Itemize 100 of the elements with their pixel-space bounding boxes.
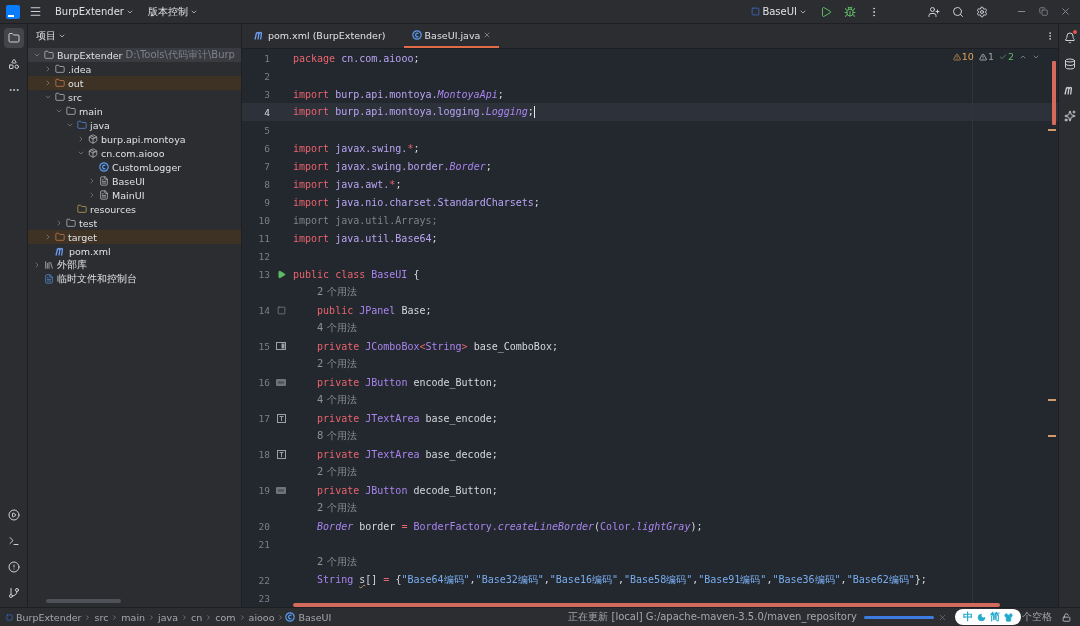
tree-item[interactable]: .idea — [28, 62, 241, 76]
chevron-down-icon[interactable] — [32, 51, 41, 59]
vcs-dropdown[interactable]: 版本控制 — [143, 2, 202, 21]
chevron-down-icon — [58, 32, 66, 40]
run-icon[interactable] — [276, 269, 286, 279]
code-line: private JTextArea base_decode; — [316, 448, 498, 460]
maven-icon — [254, 30, 265, 40]
tree-item[interactable]: MainUI — [28, 188, 241, 202]
app-logo[interactable] — [6, 4, 20, 19]
warning-icon — [952, 52, 961, 61]
breadcrumb[interactable]: BaseUI — [296, 611, 334, 623]
line-number: 2 — [264, 70, 270, 82]
tree-item[interactable]: 临时文件和控制台 — [28, 272, 241, 286]
chevron-right-icon — [238, 613, 246, 621]
scratch-file-icon — [44, 274, 54, 284]
breadcrumb[interactable]: BurpExtender — [14, 611, 84, 623]
breadcrumb[interactable]: src — [92, 611, 111, 623]
tree-item[interactable]: resources — [28, 202, 241, 216]
warning-mark — [1048, 399, 1056, 401]
chevron-down-icon[interactable] — [43, 93, 52, 101]
class-icon — [411, 30, 422, 40]
tree-item[interactable]: pom.xml — [28, 244, 241, 258]
tree-item[interactable]: java — [28, 118, 241, 132]
folder-icon — [55, 92, 65, 102]
tree-item[interactable]: src — [28, 90, 241, 104]
breadcrumb[interactable]: aiooo — [246, 611, 277, 623]
folder-icon — [66, 106, 76, 116]
run-config-dropdown[interactable]: BaseUI — [747, 4, 811, 19]
editor-tab[interactable]: pom.xml (BurpExtender) — [246, 24, 394, 48]
panel-icon — [276, 305, 286, 315]
usages-hint[interactable]: 2 个用法 — [292, 357, 357, 371]
code-line: import java.util.Base64; — [292, 232, 438, 244]
folder-icon[interactable] — [3, 28, 24, 48]
tree-item[interactable]: 外部库 — [28, 258, 241, 272]
line-number: 5 — [264, 124, 270, 136]
line-number: 9 — [264, 196, 270, 208]
code-line: public class BaseUI { — [292, 268, 420, 280]
tree-item[interactable]: burp.api.montoya — [28, 132, 241, 146]
usages-hint[interactable]: 8 个用法 — [292, 429, 357, 443]
usages-hint[interactable]: 4 个用法 — [292, 321, 357, 335]
tree-item[interactable]: out — [28, 76, 241, 90]
path-hint: D:\Tools\代码审计\Burp — [125, 48, 235, 62]
line-number: 17 — [258, 412, 270, 424]
close-icon[interactable] — [483, 31, 492, 39]
check-icon — [998, 52, 1007, 61]
breadcrumb[interactable]: java — [156, 611, 180, 623]
folder-icon — [44, 50, 54, 60]
usages-hint[interactable]: 2 个用法 — [292, 285, 357, 299]
line-number: 8 — [264, 178, 270, 190]
indent-status[interactable]: 个空格 — [1022, 610, 1052, 624]
code-line: private JTextArea base_encode; — [316, 412, 498, 424]
line-number: 19 — [258, 484, 270, 496]
project-view-dropdown[interactable]: 项目 — [28, 24, 74, 48]
maven-icon — [55, 246, 66, 256]
usages-hint[interactable]: 4 个用法 — [292, 393, 357, 407]
background-task[interactable]: 正在更新 [local] G:/apache-maven-3.5.0/maven_repository — [568, 610, 857, 624]
chevron-right-icon — [205, 613, 213, 621]
chevron-down-icon[interactable] — [54, 107, 63, 115]
breadcrumb[interactable]: cn — [189, 611, 205, 623]
project-dropdown[interactable]: BurpExtender — [51, 4, 138, 19]
code-line: import java.util.Arrays; — [292, 214, 438, 226]
progress-bar — [864, 615, 934, 619]
tree-item[interactable]: cn.com.aiooo — [28, 146, 241, 160]
button-icon — [276, 378, 286, 386]
line-number: 12 — [258, 250, 270, 262]
button-icon — [276, 486, 286, 494]
inspection-count[interactable]: 2 — [998, 51, 1014, 62]
chevron-right-icon — [84, 613, 92, 621]
code-line: import java.nio.charset.StandardCharsets; — [292, 196, 540, 208]
warning-mark — [1048, 129, 1056, 131]
chevron-down-icon[interactable] — [65, 121, 74, 129]
line-number: 16 — [258, 376, 270, 388]
folder-icon — [55, 232, 65, 242]
class-icon — [285, 612, 296, 622]
line-number: 7 — [264, 160, 270, 172]
tree-item[interactable]: BurpExtender D:\Tools\代码审计\Burp — [28, 48, 241, 62]
breadcrumb[interactable]: main — [119, 611, 148, 623]
line-number: 18 — [258, 448, 270, 460]
scrollbar-thumb[interactable] — [293, 603, 1000, 607]
scrollbar-thumb[interactable] — [46, 599, 121, 603]
usages-hint[interactable]: 2 个用法 — [292, 501, 357, 515]
tree-item[interactable]: test — [28, 216, 241, 230]
usages-hint[interactable]: 2 个用法 — [292, 465, 357, 479]
line-number: 20 — [258, 520, 270, 532]
line-number: 10 — [258, 214, 270, 226]
form-file-icon — [99, 190, 109, 200]
tree-item[interactable]: target — [28, 230, 241, 244]
restore-icon[interactable] — [1036, 4, 1051, 19]
inspection-count[interactable]: 10 — [952, 51, 974, 62]
usages-hint[interactable]: 2 个用法 — [292, 555, 357, 569]
line-number: 1 — [264, 52, 270, 64]
tree-item[interactable]: main — [28, 104, 241, 118]
inspection-count[interactable]: 1 — [978, 51, 994, 62]
tree-item[interactable]: CustomLogger — [28, 160, 241, 174]
breadcrumb[interactable]: com — [213, 611, 238, 623]
line-number: 23 — [258, 592, 270, 604]
chevron-down-icon[interactable] — [76, 149, 85, 157]
moon-icon — [977, 612, 986, 622]
combobox-icon — [276, 342, 286, 350]
tree-item[interactable]: BaseUI — [28, 174, 241, 188]
